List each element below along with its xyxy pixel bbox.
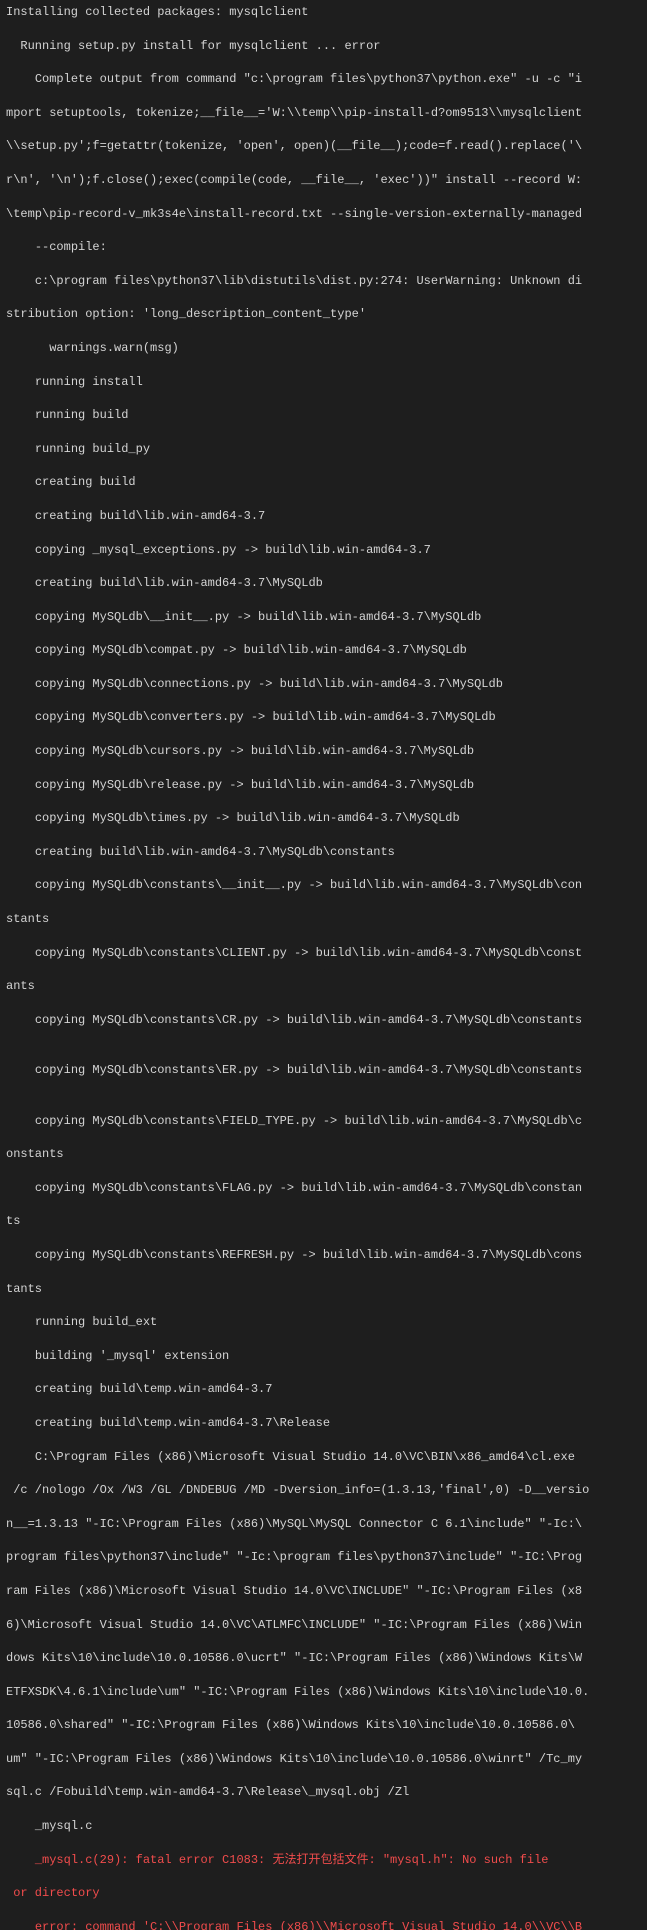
terminal-line-42: building '_mysql' extension <box>6 1348 641 1365</box>
terminal-line-56: _mysql.c <box>6 1818 641 1835</box>
terminal-line-35: copying MySQLdb\constants\FIELD_TYPE.py … <box>6 1113 641 1130</box>
terminal-line-37: copying MySQLdb\constants\FLAG.py -> bui… <box>6 1180 641 1197</box>
terminal-line-4: mport setuptools, tokenize;__file__='W:\… <box>6 105 641 122</box>
terminal-line-41: running build_ext <box>6 1314 641 1331</box>
terminal-line-5: \\setup.py';f=getattr(tokenize, 'open', … <box>6 138 641 155</box>
terminal-line-44: creating build\temp.win-amd64-3.7\Releas… <box>6 1415 641 1432</box>
terminal-line-26: creating build\lib.win-amd64-3.7\MySQLdb… <box>6 844 641 861</box>
terminal-line-24: copying MySQLdb\release.py -> build\lib.… <box>6 777 641 794</box>
terminal-line-28: stants <box>6 911 641 928</box>
terminal-line-14: running build_py <box>6 441 641 458</box>
terminal-line-12: running install <box>6 374 641 391</box>
terminal-line-27: copying MySQLdb\constants\__init__.py ->… <box>6 877 641 894</box>
terminal-line-16: creating build\lib.win-amd64-3.7 <box>6 508 641 525</box>
terminal-line-8: --compile: <box>6 239 641 256</box>
terminal-line-11: warnings.warn(msg) <box>6 340 641 357</box>
terminal-line-59: error: command 'C:\\Program Files (x86)\… <box>6 1919 641 1930</box>
terminal-line-1: Installing collected packages: mysqlclie… <box>6 4 641 21</box>
terminal-line-18: creating build\lib.win-amd64-3.7\MySQLdb <box>6 575 641 592</box>
terminal-line-10: stribution option: 'long_description_con… <box>6 306 641 323</box>
terminal-line-13: running build <box>6 407 641 424</box>
terminal-line-49: ram Files (x86)\Microsoft Visual Studio … <box>6 1583 641 1600</box>
terminal-line-36: onstants <box>6 1146 641 1163</box>
terminal-line-6: r\n', '\n');f.close();exec(compile(code,… <box>6 172 641 189</box>
terminal-line-3: Complete output from command "c:\program… <box>6 71 641 88</box>
terminal-line-45: C:\Program Files (x86)\Microsoft Visual … <box>6 1449 641 1466</box>
terminal-line-15: creating build <box>6 474 641 491</box>
terminal-line-30: ants <box>6 978 641 995</box>
terminal-line-52: ETFXSDK\4.6.1\include\um" "-IC:\Program … <box>6 1684 641 1701</box>
terminal-line-43: creating build\temp.win-amd64-3.7 <box>6 1381 641 1398</box>
terminal-line-57: _mysql.c(29): fatal error C1083: 无法打开包括文… <box>6 1852 641 1869</box>
terminal-line-2: Running setup.py install for mysqlclient… <box>6 38 641 55</box>
terminal-line-48: program files\python37\include" "-Ic:\pr… <box>6 1549 641 1566</box>
terminal-line-19: copying MySQLdb\__init__.py -> build\lib… <box>6 609 641 626</box>
terminal-line-22: copying MySQLdb\converters.py -> build\l… <box>6 709 641 726</box>
terminal-line-47: n__=1.3.13 "-IC:\Program Files (x86)\MyS… <box>6 1516 641 1533</box>
terminal-line-25: copying MySQLdb\times.py -> build\lib.wi… <box>6 810 641 827</box>
terminal-line-39: copying MySQLdb\constants\REFRESH.py -> … <box>6 1247 641 1264</box>
terminal-line-55: sql.c /Fobuild\temp.win-amd64-3.7\Releas… <box>6 1784 641 1801</box>
terminal-line-20: copying MySQLdb\compat.py -> build\lib.w… <box>6 642 641 659</box>
terminal-line-38: ts <box>6 1213 641 1230</box>
terminal-line-33: copying MySQLdb\constants\ER.py -> build… <box>6 1062 641 1079</box>
terminal-line-46: /c /nologo /Ox /W3 /GL /DNDEBUG /MD -Dve… <box>6 1482 641 1499</box>
terminal-line-54: um" "-IC:\Program Files (x86)\Windows Ki… <box>6 1751 641 1768</box>
terminal-line-53: 10586.0\shared" "-IC:\Program Files (x86… <box>6 1717 641 1734</box>
terminal-line-9: c:\program files\python37\lib\distutils\… <box>6 273 641 290</box>
terminal-line-51: dows Kits\10\include\10.0.10586.0\ucrt" … <box>6 1650 641 1667</box>
terminal-line-29: copying MySQLdb\constants\CLIENT.py -> b… <box>6 945 641 962</box>
terminal-line-7: \temp\pip-record-v_mk3s4e\install-record… <box>6 206 641 223</box>
terminal-line-50: 6)\Microsoft Visual Studio 14.0\VC\ATLMF… <box>6 1617 641 1634</box>
terminal-line-21: copying MySQLdb\connections.py -> build\… <box>6 676 641 693</box>
terminal-line-58: or directory <box>6 1885 641 1902</box>
terminal-line-23: copying MySQLdb\cursors.py -> build\lib.… <box>6 743 641 760</box>
terminal-line-17: copying _mysql_exceptions.py -> build\li… <box>6 542 641 559</box>
terminal-line-40: tants <box>6 1281 641 1298</box>
terminal-line-31: copying MySQLdb\constants\CR.py -> build… <box>6 1012 641 1029</box>
terminal-output: Installing collected packages: mysqlclie… <box>0 0 647 1930</box>
